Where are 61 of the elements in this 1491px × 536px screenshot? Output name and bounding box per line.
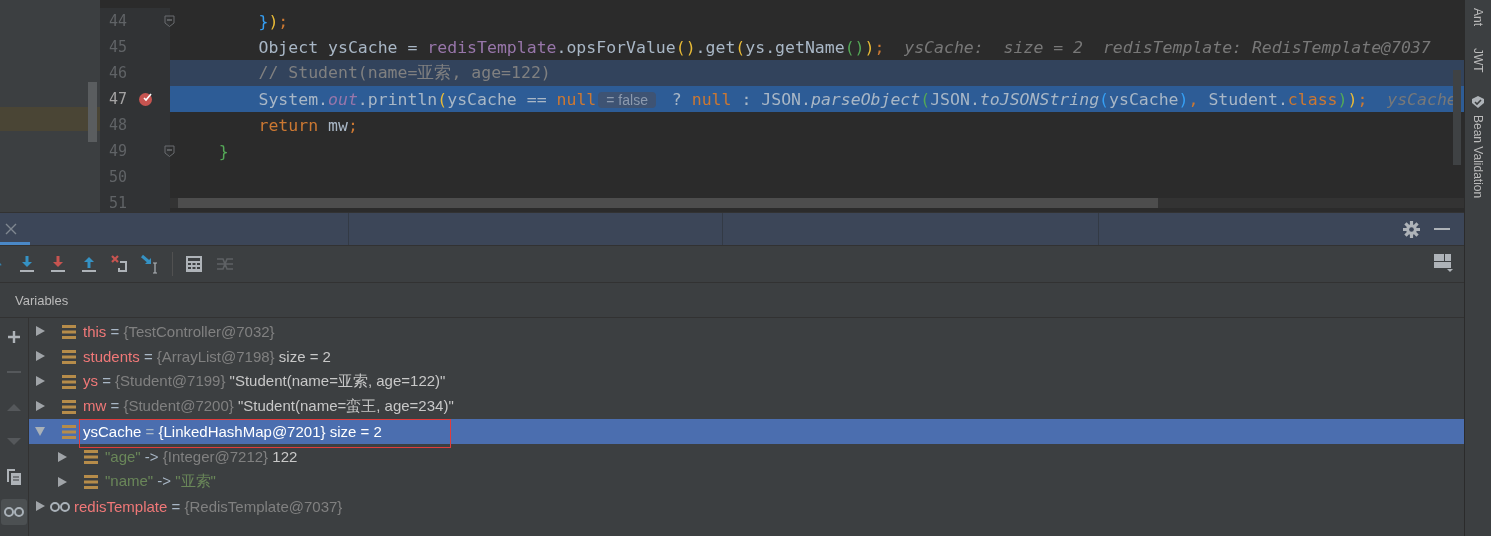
caret-right-icon[interactable] [34, 374, 46, 387]
field-icon [62, 349, 76, 364]
caret-down-icon[interactable] [34, 424, 46, 437]
tool-window-tab[interactable]: Bean Validation [1471, 114, 1485, 198]
code-line: return mw; [257, 115, 358, 135]
tree-row[interactable]: ys = {Student@7199} "Student(name=亚索, age=122)" [29, 369, 1464, 394]
caret-right-icon[interactable] [56, 475, 68, 488]
copy-icon[interactable] [6, 468, 22, 486]
field-icon [84, 474, 98, 489]
caret-right-icon[interactable] [56, 450, 68, 463]
caret-right-icon[interactable] [34, 324, 46, 337]
scrollbar-thumb[interactable] [1453, 70, 1461, 165]
watches-toggle[interactable] [1, 499, 27, 525]
glasses-icon [4, 507, 24, 517]
tree-row[interactable]: this = {TestController@7032} [29, 319, 1464, 344]
variable-entry: redisTemplate = {RedisTemplate@7037} [74, 498, 343, 515]
drop-frame-icon[interactable] [110, 254, 130, 274]
tree-row[interactable]: mw = {Student@7200} "Student(name=蛮王, age=234)" [29, 394, 1464, 419]
variable-entry: ysCache = {LinkedHashMap@7201} size = 2 [83, 423, 382, 440]
fold-icon[interactable] [164, 15, 175, 27]
check-shield-icon [1471, 94, 1485, 109]
field-icon [62, 424, 76, 439]
force-step-into-icon[interactable] [48, 254, 68, 274]
layout-icon[interactable] [1432, 252, 1454, 272]
caret-right-icon[interactable] [34, 349, 46, 362]
line-number: 47 [107, 90, 127, 108]
tool-window-tab[interactable]: JWT [1471, 48, 1485, 73]
tree-row[interactable]: students = {ArrayList@7198} size = 2 [29, 344, 1464, 369]
field-icon [62, 399, 76, 414]
panel-title: Variables [15, 292, 69, 308]
glasses-icon [50, 501, 70, 512]
fold-icon[interactable] [164, 145, 175, 157]
field-icon [62, 324, 76, 339]
minimize-icon[interactable] [1434, 227, 1450, 231]
calculator-icon[interactable] [184, 254, 204, 274]
tree-row[interactable]: "age" -> {Integer@7212} 122 [29, 444, 1464, 469]
breakpoint-icon[interactable] [138, 91, 154, 107]
field-icon [62, 374, 76, 389]
variable-entry: students = {ArrayList@7198} size = 2 [83, 348, 331, 365]
step-out-icon[interactable] [79, 254, 99, 274]
close-icon[interactable] [5, 223, 17, 235]
scrollbar-thumb[interactable] [178, 198, 1158, 208]
tree-row[interactable]: redisTemplate = {RedisTemplate@7037} [29, 494, 1464, 519]
code-line: }); [257, 11, 289, 31]
variable-entry: "name" -> "亚索" [105, 472, 216, 491]
variable-entry: ys = {Student@7199} "Student(name=亚索, age=122)" [83, 372, 446, 391]
field-icon [84, 449, 98, 464]
code-line: // Student(name=亚索, age=122) [257, 62, 551, 84]
variable-entry: "age" -> {Integer@7212} 122 [105, 448, 298, 465]
variable-entry: mw = {Student@7200} "Student(name=蛮王, age=234)" [83, 397, 454, 416]
code-line: Object ysCache = redisTemplate.opsForValue().get(ys.getName()); ysCache: size = 2 redisTemplate: RedisTemplate@7037 [257, 37, 1431, 57]
code-line: } [217, 141, 229, 161]
variable-entry: this = {TestController@7032} [83, 323, 275, 340]
caret-right-icon[interactable] [34, 499, 46, 512]
tree-row[interactable]: "name" -> "亚索" [29, 469, 1464, 494]
tool-window-tab[interactable]: Ant [1471, 8, 1485, 26]
caret-right-icon[interactable] [34, 399, 46, 412]
add-icon[interactable] [7, 330, 21, 344]
scrollbar-thumb[interactable] [88, 82, 97, 142]
step-into-icon[interactable] [17, 254, 37, 274]
settings-icon[interactable] [1403, 220, 1420, 238]
